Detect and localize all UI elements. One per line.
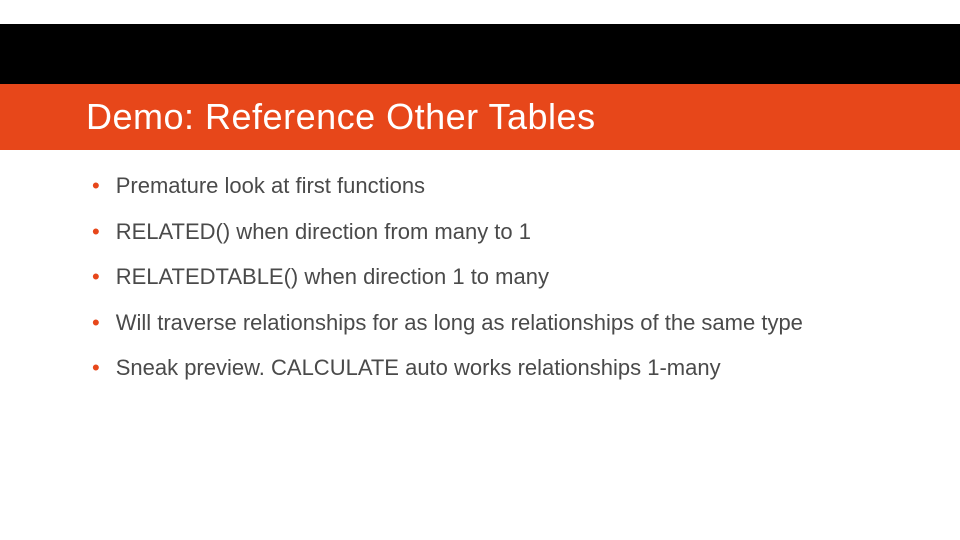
bullet-list: • Premature look at first functions • RE…	[92, 172, 920, 400]
bullet-text: RELATED() when direction from many to 1	[116, 218, 531, 246]
bullet-icon: •	[92, 172, 100, 200]
bullet-text: Will traverse relationships for as long …	[116, 309, 803, 337]
bullet-icon: •	[92, 354, 100, 382]
list-item: • Premature look at first functions	[92, 172, 920, 200]
list-item: • Will traverse relationships for as lon…	[92, 309, 920, 337]
bullet-icon: •	[92, 309, 100, 337]
bullet-text: Sneak preview. CALCULATE auto works rela…	[116, 354, 721, 382]
bullet-text: Premature look at first functions	[116, 172, 425, 200]
list-item: • RELATED() when direction from many to …	[92, 218, 920, 246]
bullet-text: RELATEDTABLE() when direction 1 to many	[116, 263, 549, 291]
bullet-icon: •	[92, 263, 100, 291]
list-item: • RELATEDTABLE() when direction 1 to man…	[92, 263, 920, 291]
slide-title: Demo: Reference Other Tables	[86, 96, 596, 138]
bullet-icon: •	[92, 218, 100, 246]
list-item: • Sneak preview. CALCULATE auto works re…	[92, 354, 920, 382]
top-black-band	[0, 24, 960, 84]
slide: Demo: Reference Other Tables • Premature…	[0, 0, 960, 540]
